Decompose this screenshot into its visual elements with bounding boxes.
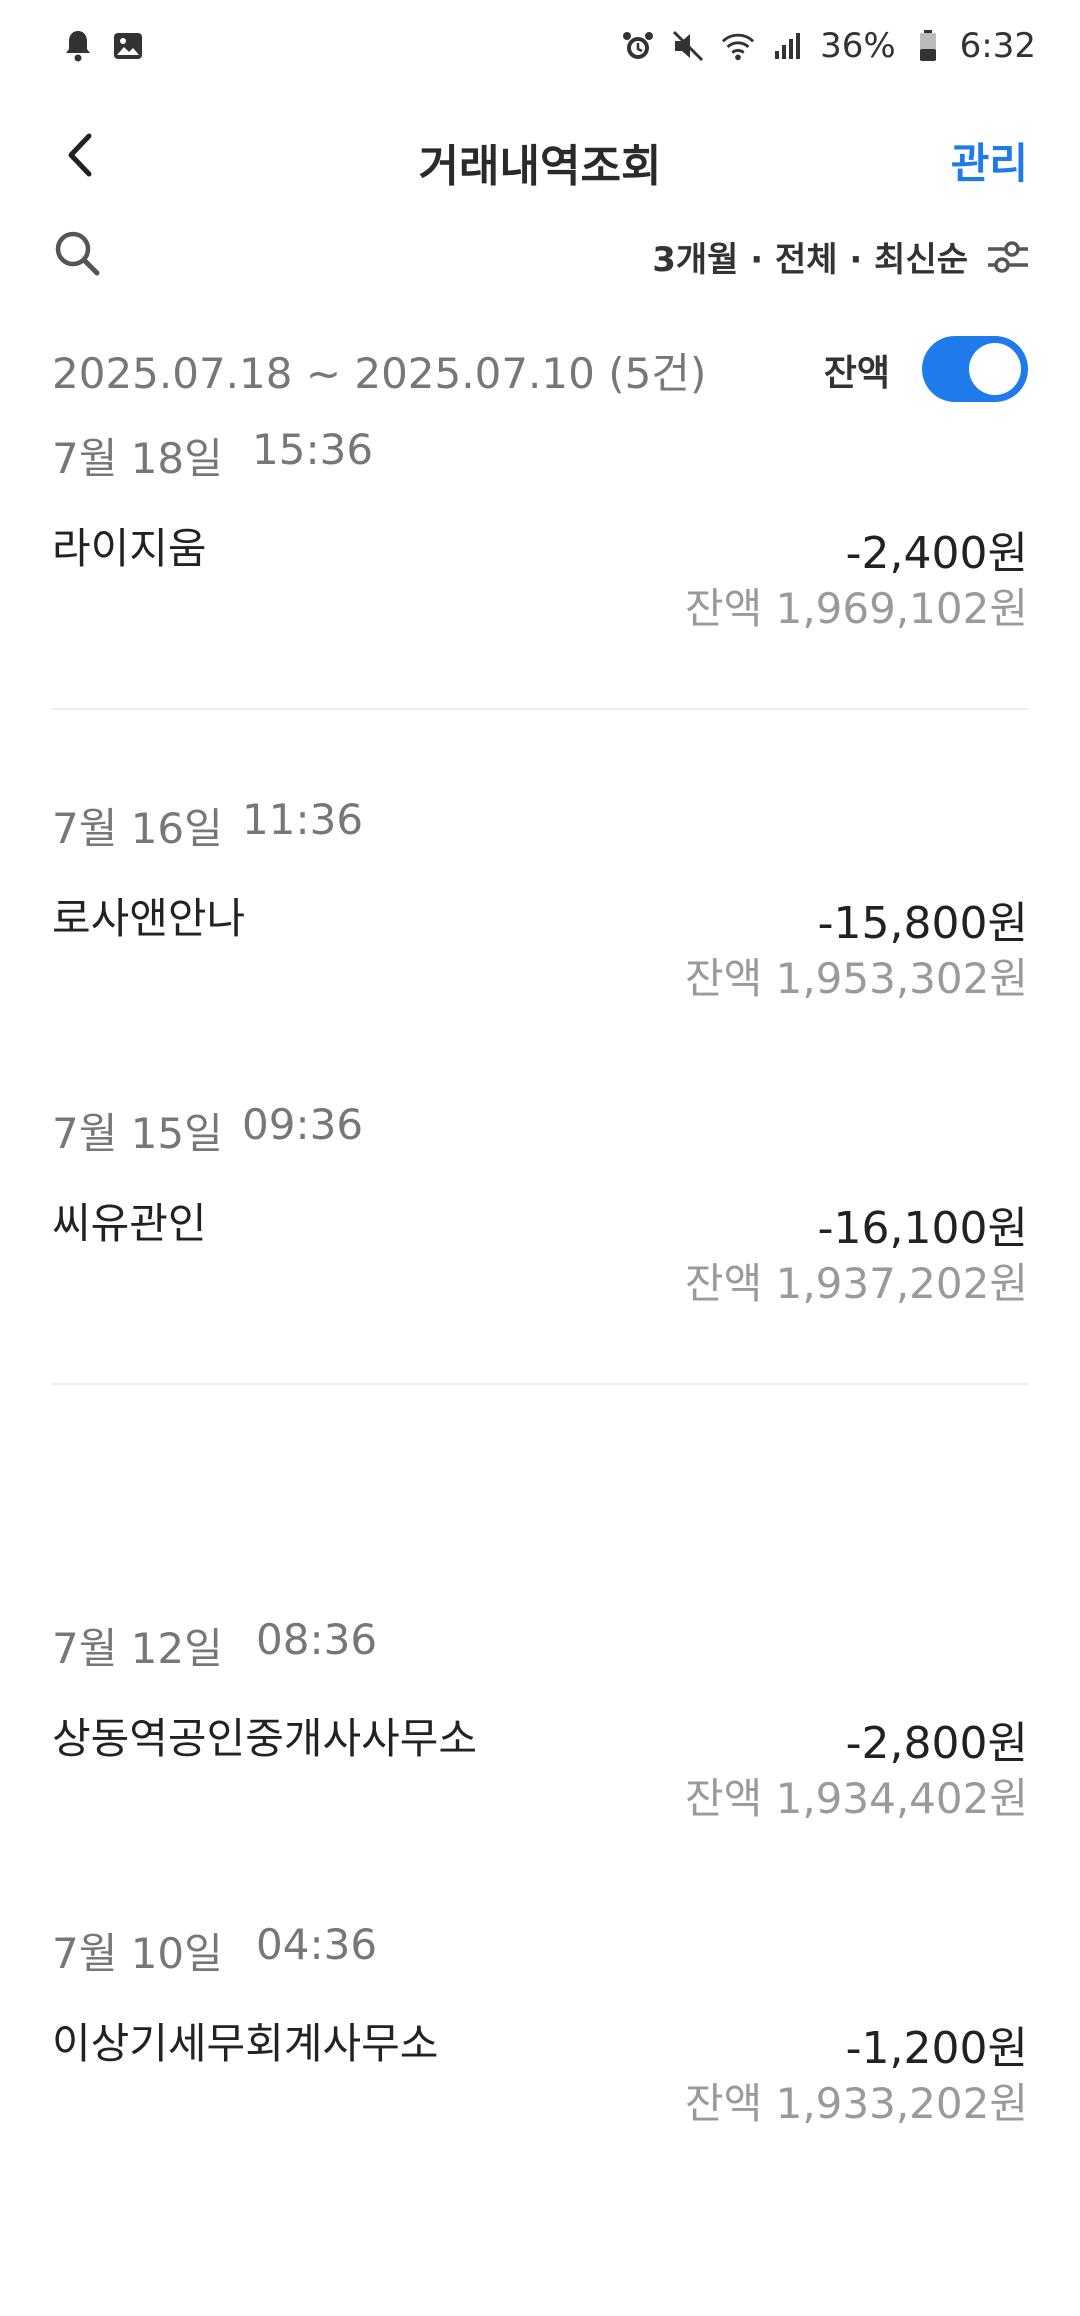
filter-button[interactable]: 3개월 · 전체 · 최신순 — [652, 232, 1030, 281]
balance-after: 잔액 1,934,402원 — [684, 1774, 1028, 1823]
toggle-knob — [969, 343, 1021, 395]
transaction-time: 04:36 — [256, 1920, 378, 1969]
summary-row: 2025.07.18 ~ 2025.07.10 (5건) 잔액 — [0, 330, 1080, 410]
mute-icon — [670, 28, 706, 64]
transaction-time: 11:36 — [242, 795, 364, 844]
merchant-name: 로사앤안나 — [52, 894, 246, 943]
transaction-item[interactable]: 7월 16일 11:36 로사앤안나 -15,800원 잔액 1,953,302… — [0, 795, 1080, 1003]
battery-percent: 36% — [820, 26, 896, 66]
transaction-date: 7월 10일 — [52, 1929, 223, 1978]
transaction-item[interactable]: 7월 18일 15:36 라이지움 -2,400원 잔액 1,969,102원 — [0, 425, 1080, 633]
merchant-name: 이상기세무회계사무소 — [52, 2019, 439, 2068]
search-icon — [55, 231, 100, 276]
filter-settings-icon — [988, 240, 1028, 273]
merchant-name: 라이지움 — [52, 524, 207, 573]
transaction-amount: -2,400원 — [845, 528, 1028, 579]
balance-after: 잔액 1,953,302원 — [684, 954, 1028, 1003]
balance-after: 잔액 1,937,202원 — [684, 1259, 1028, 1308]
divider — [52, 1383, 1028, 1385]
transaction-time: 09:36 — [242, 1100, 364, 1149]
page-title: 거래내역조회 — [418, 141, 662, 192]
clock: 6:32 — [959, 26, 1036, 66]
notification-bell-icon — [60, 28, 96, 64]
toolbar: 3개월 · 전체 · 최신순 — [0, 220, 1080, 300]
filter-summary: 3개월 · 전체 · 최신순 — [652, 240, 968, 280]
transaction-date: 7월 12일 — [52, 1624, 223, 1673]
transaction-item[interactable]: 7월 12일 08:36 상동역공인중개사사무소 -2,800원 잔액 1,93… — [0, 1615, 1080, 1823]
transaction-time: 15:36 — [252, 425, 374, 474]
signal-icon — [770, 28, 806, 64]
transaction-amount: -15,800원 — [817, 898, 1028, 949]
balance-toggle[interactable] — [922, 336, 1028, 402]
transaction-item[interactable]: 7월 15일 09:36 씨유관인 -16,100원 잔액 1,937,202원 — [0, 1100, 1080, 1308]
transaction-time: 08:36 — [256, 1615, 378, 1664]
merchant-name: 상동역공인중개사사무소 — [52, 1714, 478, 1763]
transaction-amount: -16,100원 — [817, 1203, 1028, 1254]
app-header: 거래내역조회 관리 — [0, 100, 1080, 210]
merchant-name: 씨유관인 — [52, 1199, 207, 1248]
battery-icon — [910, 28, 946, 64]
balance-after: 잔액 1,933,202원 — [684, 2079, 1028, 2128]
date-range: 2025.07.18 ~ 2025.07.10 (5건) — [52, 349, 707, 398]
transaction-item[interactable]: 7월 10일 04:36 이상기세무회계사무소 -1,200원 잔액 1,933… — [0, 1920, 1080, 2128]
gallery-icon — [110, 28, 146, 64]
wifi-icon — [720, 28, 756, 64]
status-bar: 36% 6:32 — [0, 0, 1080, 90]
alarm-icon — [620, 28, 656, 64]
transaction-date: 7월 18일 — [52, 434, 223, 483]
transaction-amount: -1,200원 — [845, 2023, 1028, 2074]
divider — [52, 708, 1028, 710]
search-button[interactable] — [52, 228, 108, 284]
transaction-date: 7월 15일 — [52, 1109, 223, 1158]
transaction-amount: -2,800원 — [845, 1718, 1028, 1769]
balance-after: 잔액 1,969,102원 — [684, 584, 1028, 633]
transaction-date: 7월 16일 — [52, 804, 223, 853]
balance-toggle-label: 잔액 — [823, 353, 890, 394]
manage-button[interactable]: 관리 — [951, 130, 1028, 191]
